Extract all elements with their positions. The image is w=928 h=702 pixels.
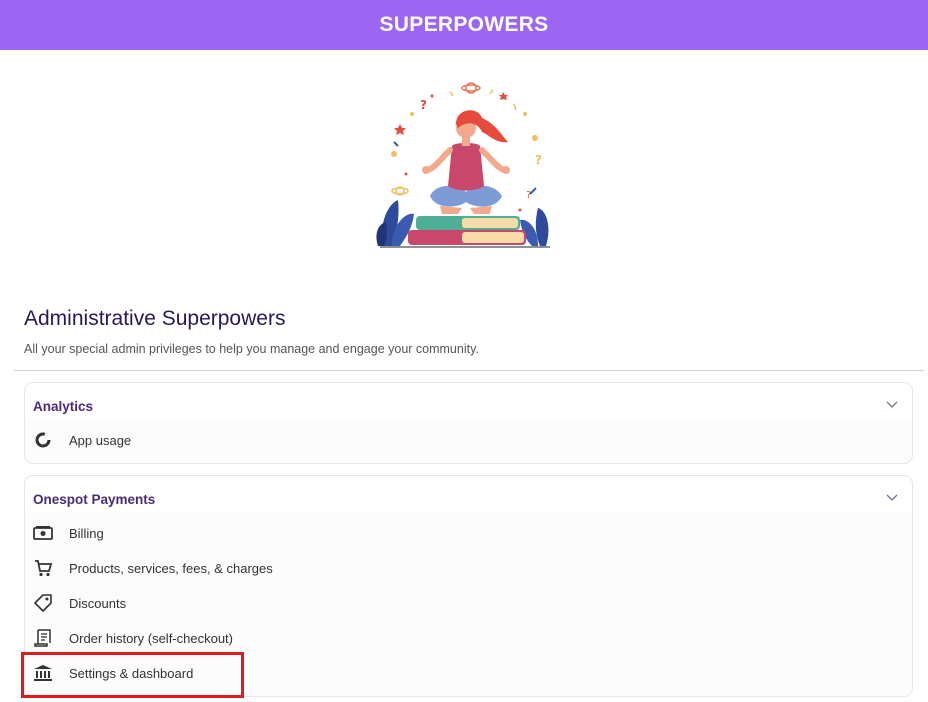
section-subheading: All your special admin privileges to hel… <box>24 342 479 356</box>
meditation-illustration: ? ? ? <box>370 74 560 254</box>
analytics-section: Analytics App usage <box>24 382 913 464</box>
onespot-payments-title: Onespot Payments <box>33 492 156 507</box>
donut-chart-icon <box>33 430 53 450</box>
list-item-label: App usage <box>69 432 132 448</box>
onespot-payments-section: Onespot Payments Billing Products, servi… <box>24 475 913 697</box>
list-item-order-history[interactable]: Order history (self-checkout) <box>25 623 912 653</box>
svg-text:?: ? <box>535 153 542 167</box>
list-item-label: Order history (self-checkout) <box>69 630 233 646</box>
svg-text:?: ? <box>526 190 531 201</box>
receipt-icon <box>33 628 53 648</box>
svg-text:?: ? <box>420 98 427 112</box>
list-item-label: Billing <box>69 525 104 541</box>
chevron-down-icon[interactable] <box>886 491 898 503</box>
section-heading: Administrative Superpowers <box>24 307 286 330</box>
chevron-down-icon[interactable] <box>886 398 898 410</box>
analytics-header[interactable]: Analytics <box>25 383 912 419</box>
analytics-title: Analytics <box>33 399 94 414</box>
list-item-label: Settings & dashboard <box>69 665 194 681</box>
list-item-app-usage[interactable]: App usage <box>25 425 912 455</box>
tag-icon <box>33 593 53 613</box>
list-item-label: Products, services, fees, & charges <box>69 560 273 576</box>
page-title: SUPERPOWERS <box>379 13 549 36</box>
list-item-billing[interactable]: Billing <box>25 518 912 548</box>
onespot-payments-header[interactable]: Onespot Payments <box>25 476 912 512</box>
list-item-products[interactable]: Products, services, fees, & charges <box>25 553 912 583</box>
list-item-label: Discounts <box>69 595 127 611</box>
list-item-settings-dashboard[interactable]: Settings & dashboard <box>25 658 912 688</box>
top-bar: SUPERPOWERS <box>0 0 928 50</box>
cash-icon <box>33 523 53 543</box>
list-item-discounts[interactable]: Discounts <box>25 588 912 618</box>
divider <box>14 370 924 371</box>
cart-icon <box>33 558 53 578</box>
bank-icon <box>33 663 53 683</box>
